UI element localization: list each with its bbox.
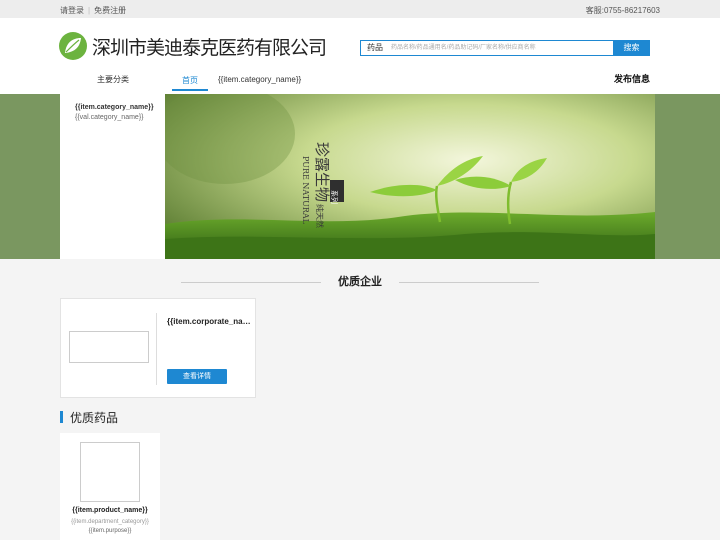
drugs-section-title: 优质药品 xyxy=(70,410,119,425)
banner: {{item.category_name}} {{val.category_na… xyxy=(0,94,720,259)
login-link[interactable]: 请登录 xyxy=(60,6,84,15)
publish-info-link[interactable]: 发布信息 xyxy=(614,72,650,85)
sidebar-subitem-category[interactable]: {{val.category_name}} xyxy=(75,114,165,121)
corporate-card[interactable]: {{item.corporate_name}} 查看详情 xyxy=(60,298,256,398)
sidebar-item-category[interactable]: {{item.category_name}} xyxy=(75,104,165,111)
divider: | xyxy=(88,6,91,15)
register-link[interactable]: 免费注册 xyxy=(94,6,126,15)
search-bar: 药品 搜索 xyxy=(360,40,650,56)
service-phone: 客服:0755-86217603 xyxy=(585,6,660,15)
view-details-button[interactable]: 查看详情 xyxy=(167,369,227,384)
tab-category[interactable]: {{item.category_name}} xyxy=(218,75,301,84)
section-divider-right xyxy=(399,282,539,283)
account-links: 请登录 | 免费注册 xyxy=(60,5,126,16)
banner-series-text: 系列 xyxy=(330,190,339,204)
main-category-label[interactable]: 主要分类 xyxy=(60,74,166,85)
leaf-logo-icon xyxy=(59,32,87,60)
heading-accent-bar xyxy=(60,411,63,423)
corporate-logo xyxy=(69,331,149,363)
card-divider xyxy=(156,313,157,385)
banner-pure-text: 纯天然 xyxy=(315,204,325,228)
search-type-select[interactable]: 药品 xyxy=(361,41,389,55)
drugs-section-heading: 优质药品 xyxy=(60,410,119,425)
corporate-section-title: 优质企业 xyxy=(338,276,382,288)
sprout-banner-illustration: 珍露生物 系列 PURE NATURAL 纯天然 xyxy=(165,94,655,259)
tab-home[interactable]: 首页 xyxy=(172,75,208,91)
company-logo[interactable]: 深圳市美迪泰克医药有限公司 xyxy=(58,30,327,62)
product-department: {{item.department_category}} xyxy=(71,519,149,525)
product-image[interactable] xyxy=(80,442,140,502)
banner-image[interactable]: 珍露生物 系列 PURE NATURAL 纯天然 xyxy=(165,94,655,259)
top-bar: 请登录 | 免费注册 客服:0755-86217603 xyxy=(0,0,720,18)
product-card[interactable]: {{item.product_name}} {{item.department_… xyxy=(60,433,160,540)
company-name: 深圳市美迪泰克医药有限公司 xyxy=(92,36,327,59)
main-nav: 主要分类 首页 {{item.category_name}} 发布信息 xyxy=(0,70,720,94)
header: 深圳市美迪泰克医药有限公司 药品 搜索 主要分类 首页 {{item.categ… xyxy=(0,18,720,94)
product-name[interactable]: {{item.product_name}} xyxy=(60,507,160,514)
category-sidebar: {{item.category_name}} {{val.category_na… xyxy=(60,94,165,259)
banner-english-text: PURE NATURAL xyxy=(301,156,310,225)
search-input[interactable] xyxy=(391,41,601,55)
product-purpose: {{item.purpose}} xyxy=(88,528,132,534)
search-button[interactable]: 搜索 xyxy=(613,40,650,56)
corporate-name[interactable]: {{item.corporate_name}} xyxy=(167,317,251,326)
banner-title-1: 珍露生物 xyxy=(313,142,331,202)
